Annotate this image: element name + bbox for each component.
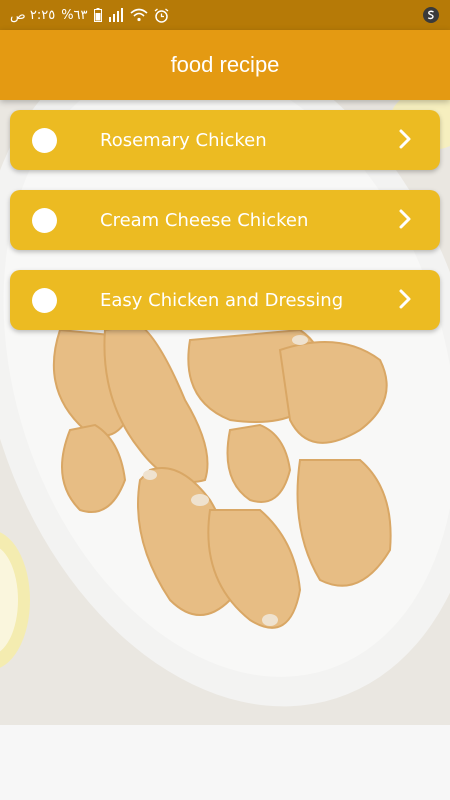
battery-icon [93,8,102,22]
status-bar: ٢:٢٥ ص %٦٣ [0,0,450,30]
bullet-circle-icon [32,128,57,153]
clock-text: ٢:٢٥ ص [10,7,56,23]
chevron-right-icon [398,288,412,310]
alarm-icon [154,7,169,23]
status-left: ٢:٢٥ ص %٦٣ [10,8,169,23]
recipe-label: Cream Cheese Chicken [100,209,309,231]
status-right [422,6,440,24]
recipe-item-cream-cheese-chicken[interactable]: Cream Cheese Chicken [10,190,440,250]
bottom-blank-area [0,725,450,800]
battery-percent: %٦٣ [61,7,88,23]
bullet-circle-icon [32,208,57,233]
recipe-label: Rosemary Chicken [100,129,267,151]
recipe-label: Easy Chicken and Dressing [100,289,344,311]
s-app-icon [422,6,440,24]
chevron-right-icon [398,208,412,230]
chevron-right-icon [398,128,412,150]
recipe-list: Rosemary Chicken Cream Cheese Chicken Ea… [10,110,440,350]
signal-icon [108,8,124,22]
app-bar: food recipe [0,30,450,100]
wifi-icon [129,8,148,22]
recipe-item-easy-chicken-and-dressing[interactable]: Easy Chicken and Dressing [10,270,440,330]
app-title: food recipe [170,52,280,77]
recipe-item-rosemary-chicken[interactable]: Rosemary Chicken [10,110,440,170]
bullet-circle-icon [32,288,57,313]
